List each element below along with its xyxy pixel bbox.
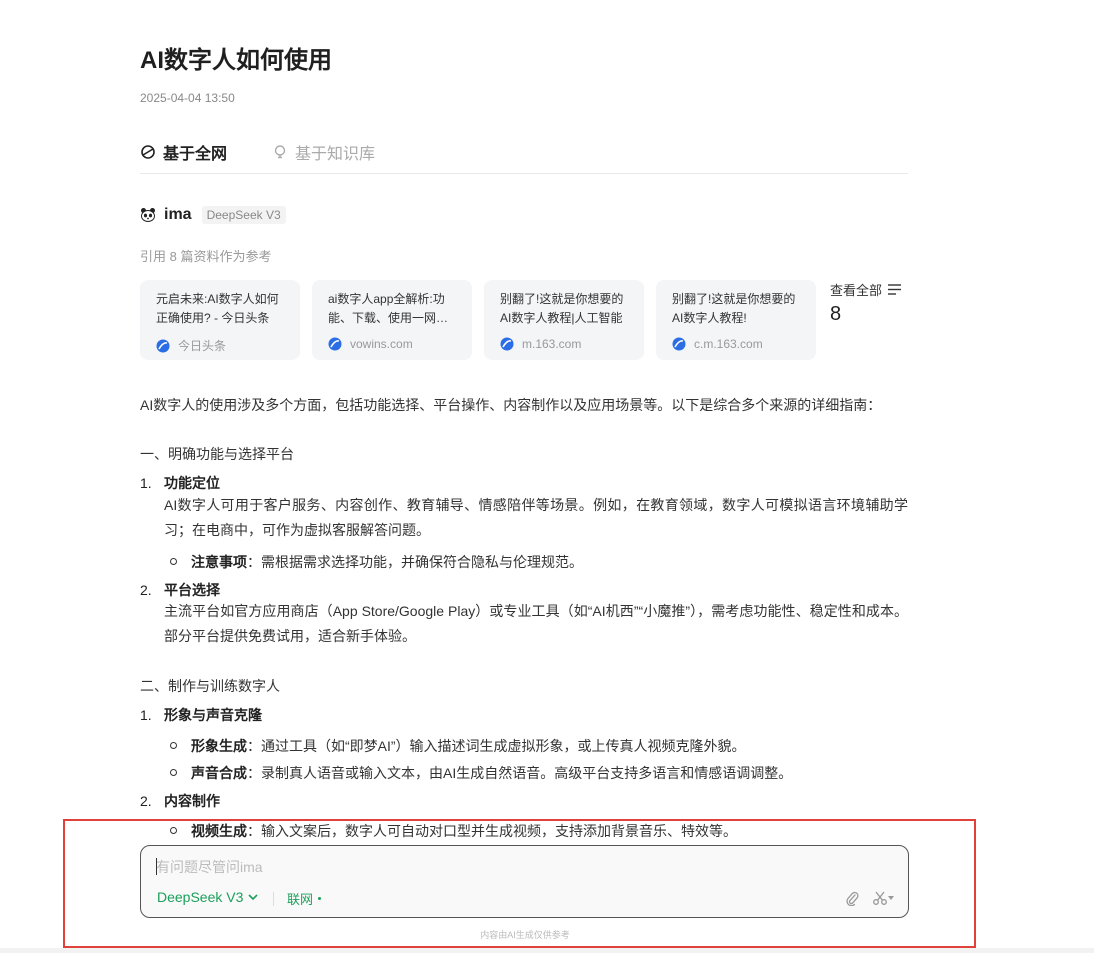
item-label: 内容制作: [164, 793, 220, 809]
source-card-title: ai数字人app全解析:功能、下载、使用一网打尽: [328, 292, 449, 325]
bullet-label: 注意事项: [191, 554, 247, 570]
view-all-sources-button[interactable]: 查看全部 8: [830, 280, 902, 326]
item-number: 1.: [140, 475, 152, 491]
tab-web[interactable]: 基于全网: [140, 140, 227, 164]
source-site-icon: [672, 337, 686, 351]
lightbulb-icon: [274, 145, 286, 159]
source-card[interactable]: ai数字人app全解析:功能、下载、使用一网打尽 vowins.com: [312, 280, 472, 360]
item-number: 2.: [140, 793, 152, 809]
source-card-title: 元启未来:AI数字人如何正确使用? - 今日头条: [156, 292, 279, 325]
bullet-text: ：录制真人语音或输入文本，由AI生成自然语音。高级平台支持多语言和情感语调调整。: [247, 765, 793, 781]
source-card[interactable]: 别翻了!这就是你想要的AI数字人教程! c.m.163.com: [656, 280, 816, 360]
paperclip-icon: [846, 891, 859, 907]
caret-down-icon: [888, 896, 894, 900]
section-heading: 一、明确功能与选择平台: [140, 446, 294, 462]
source-cards: 元启未来:AI数字人如何正确使用? - 今日头条 今日头条 ai数字人app全解…: [140, 280, 908, 360]
item-label: 形象与声音克隆: [164, 707, 262, 723]
assistant-header: ima DeepSeek V3: [140, 206, 286, 224]
panda-logo-icon: [141, 208, 155, 222]
source-card-site: vowins.com: [350, 337, 413, 351]
screenshot-tool-button[interactable]: [872, 890, 894, 906]
text-caret: [156, 858, 157, 875]
item-number: 1.: [140, 707, 152, 723]
bullet-icon: [170, 742, 177, 749]
numbered-item: 1. 形象与声音克隆: [140, 705, 262, 725]
source-site-icon: [500, 337, 514, 351]
model-selector-label: DeepSeek V3: [157, 889, 244, 905]
model-selector[interactable]: DeepSeek V3: [157, 889, 258, 905]
page-title: AI数字人如何使用: [140, 47, 332, 74]
divider: [273, 892, 274, 906]
sources-count: 8: [830, 303, 842, 325]
bullet-item: 形象生成：通过工具（如“即梦AI”）输入描述词生成虚拟形象，或上传真人视频克隆外…: [170, 736, 746, 756]
numbered-item: 2. 内容制作: [140, 791, 220, 811]
source-card-site: c.m.163.com: [694, 337, 763, 351]
bottom-scroll-edge: [0, 948, 1094, 953]
question-input[interactable]: [156, 856, 856, 878]
source-site-icon: [328, 337, 342, 351]
item-paragraph: 主流平台如官方应用商店（App Store/Google Play）或专业工具（…: [164, 603, 908, 644]
bullet-icon: [170, 558, 177, 565]
bullet-item: 声音合成：录制真人语音或输入文本，由AI生成自然语音。高级平台支持多语言和情感语…: [170, 763, 792, 783]
list-icon: [888, 284, 902, 295]
bullet-icon: [170, 769, 177, 776]
assistant-name: ima: [164, 206, 192, 223]
web-search-toggle[interactable]: 联网: [287, 889, 322, 908]
status-dot-icon: [318, 897, 322, 900]
references-count-text: 引用 8 篇资料作为参考: [140, 249, 272, 264]
attach-button[interactable]: [845, 890, 859, 911]
view-all-label: 查看全部: [830, 283, 883, 298]
bullet-label: 形象生成: [191, 738, 247, 754]
item-number: 2.: [140, 582, 152, 598]
timestamp: 2025-04-04 13:50: [140, 91, 235, 105]
ai-disclaimer: 内容由AI生成仅供参考: [480, 930, 570, 940]
source-card-title: 别翻了!这就是你想要的AI数字人教程|人工智能: [500, 292, 624, 325]
source-card-site: 今日头条: [178, 339, 227, 353]
source-card[interactable]: 别翻了!这就是你想要的AI数字人教程|人工智能 m.163.com: [484, 280, 644, 360]
globe-icon: [141, 145, 155, 159]
source-card-title: 别翻了!这就是你想要的AI数字人教程!: [672, 292, 796, 325]
tab-web-label: 基于全网: [163, 146, 228, 163]
bullet-text: ：通过工具（如“即梦AI”）输入描述词生成虚拟形象，或上传真人视频克隆外貌。: [247, 738, 746, 754]
model-badge: DeepSeek V3: [201, 206, 286, 224]
scissors-icon: [873, 891, 887, 905]
web-search-label: 联网: [287, 892, 314, 907]
bullet-item: 注意事项：需根据需求选择功能，并确保符合隐私与伦理规范。: [170, 552, 583, 572]
item-label: 功能定位: [164, 475, 220, 491]
tab-knowledge-base[interactable]: 基于知识库: [272, 140, 375, 164]
tab-knowledge-base-label: 基于知识库: [295, 146, 376, 163]
source-card[interactable]: 元启未来:AI数字人如何正确使用? - 今日头条 今日头条: [140, 280, 300, 360]
answer-intro: AI数字人的使用涉及多个方面，包括功能选择、平台操作、内容制作以及应用场景等。以…: [140, 397, 882, 413]
bullet-text: ：需根据需求选择功能，并确保符合隐私与伦理规范。: [247, 554, 583, 570]
numbered-item: 2. 平台选择: [140, 580, 220, 600]
source-site-icon: [156, 339, 170, 352]
section-heading: 二、制作与训练数字人: [140, 678, 280, 694]
numbered-item: 1. 功能定位: [140, 473, 220, 493]
item-label: 平台选择: [164, 582, 220, 598]
chevron-down-icon: [248, 893, 258, 900]
bullet-label: 声音合成: [191, 765, 247, 781]
source-card-site: m.163.com: [522, 337, 582, 351]
item-paragraph: AI数字人可用于客户服务、内容创作、教育辅导、情感陪伴等场景。例如，在教育领域，…: [164, 497, 908, 538]
source-tabs: 基于全网 基于知识库: [140, 138, 908, 174]
composer: DeepSeek V3 联网: [140, 845, 909, 918]
